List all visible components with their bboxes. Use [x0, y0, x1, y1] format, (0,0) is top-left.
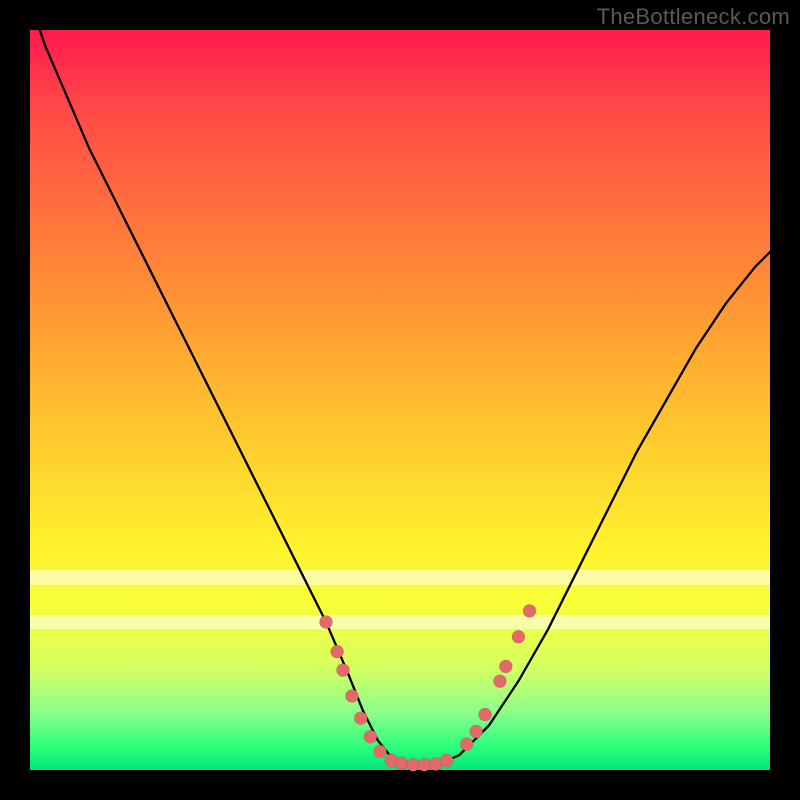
- data-dot: [337, 664, 350, 677]
- data-dot: [479, 708, 492, 721]
- data-dot: [499, 660, 512, 673]
- data-dot: [354, 712, 367, 725]
- data-dot: [331, 645, 344, 658]
- chart-svg: [30, 30, 770, 770]
- data-dot: [512, 630, 525, 643]
- data-dot: [345, 690, 358, 703]
- bottleneck-curve: [30, 0, 770, 765]
- data-dot: [493, 675, 506, 688]
- data-dot: [320, 616, 333, 629]
- data-dot: [374, 745, 387, 758]
- data-dot: [364, 730, 377, 743]
- watermark-text: TheBottleneck.com: [597, 4, 790, 30]
- data-dot: [460, 738, 473, 751]
- chart-frame: TheBottleneck.com: [0, 0, 800, 800]
- data-dot: [470, 725, 483, 738]
- plot-area: [30, 30, 770, 770]
- data-dot: [440, 754, 453, 767]
- data-dot: [395, 757, 408, 770]
- dot-group: [320, 604, 537, 771]
- data-dot: [523, 604, 536, 617]
